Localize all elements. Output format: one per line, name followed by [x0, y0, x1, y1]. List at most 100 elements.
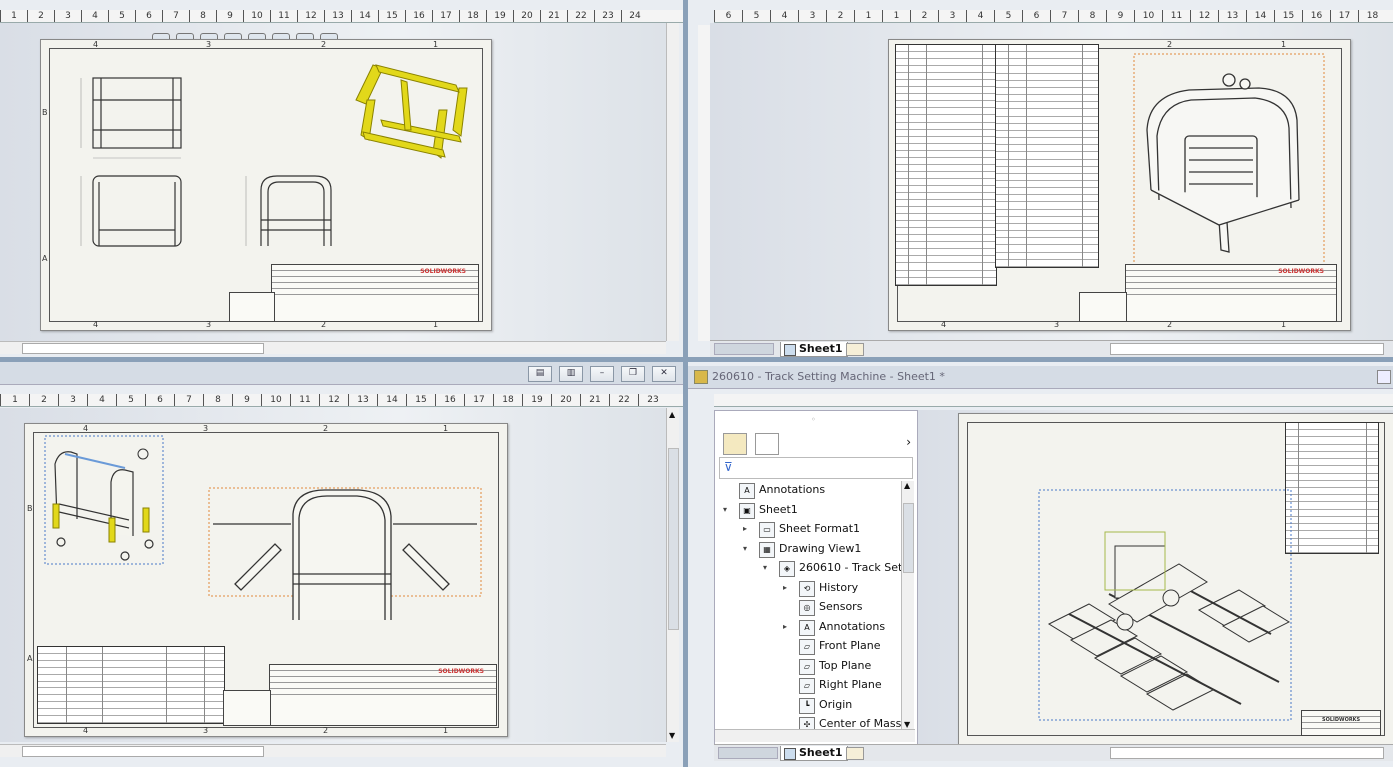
sheet-icon [784, 344, 796, 356]
ruler-tick-label: 14 [377, 394, 406, 406]
horizontal-scrollbar[interactable] [0, 744, 666, 757]
bottom-left-drawing-pane[interactable]: ▤ ▥ – ❐ ✕ 1 2 3 4 5 6 7 8 9 10 11 12 13 14 15 16 17 18 19 20 21 2… [0, 362, 683, 767]
ruler-tick-label: 4 [966, 10, 994, 22]
ruler-tick-label: 12 [319, 394, 348, 406]
restore-icon[interactable]: ❐ [621, 366, 645, 382]
top-left-drawing-pane[interactable]: 1 2 3 4 5 6 7 8 9 10 11 12 13 14 15 16 17 18 19 20 21 22 23 24 … [0, 0, 683, 357]
close-icon[interactable]: ✕ [652, 366, 676, 382]
ruler-tick-label: 1 [854, 10, 882, 22]
ruler-tick-label: 5 [108, 10, 135, 22]
filter-box[interactable]: ⊽ [719, 457, 913, 479]
ruler-tick-label: 20 [513, 10, 540, 22]
chevron-down-icon[interactable]: ▾ [743, 540, 747, 558]
drawing-sheet[interactable]: SOLIDWORKS [958, 413, 1393, 745]
chevron-down-icon[interactable]: ▾ [763, 559, 767, 577]
drawing-canvas[interactable]: 2 1 4 3 2 1 SOLIDWORKS [710, 23, 1393, 341]
add-sheet-icon[interactable] [846, 747, 864, 760]
ruler-tick-label: 13 [1218, 10, 1246, 22]
tile-vertical-icon[interactable]: ▥ [559, 366, 583, 382]
ruler-tick-label: 15 [378, 10, 405, 22]
horizontal-splitter[interactable] [0, 357, 1393, 362]
ruler-tick-label: 5 [742, 10, 770, 22]
track-machine-isometric-view[interactable] [959, 414, 1393, 744]
history-icon: ⟲ [799, 580, 815, 597]
ruler-tick-label: 8 [1078, 10, 1106, 22]
sheet-tab-bar: Sheet1 [710, 340, 1393, 357]
title-block: SOLIDWORKS [1125, 264, 1337, 322]
vertical-splitter[interactable] [683, 0, 688, 767]
drawing-sheet[interactable]: 4 3 2 1 B A 4 3 2 1 SOLIDWORKS [24, 423, 508, 737]
ruler-tick-label: 17 [1330, 10, 1358, 22]
chevron-right-icon[interactable]: ▸ [783, 618, 787, 636]
ruler-tick-label: 2 [29, 394, 58, 406]
ruler-tick-label: 4 [87, 394, 116, 406]
ruler-tick-label: 8 [189, 10, 216, 22]
ruler-tick-label: 13 [348, 394, 377, 406]
ruler-tick-label: 6 [714, 10, 742, 22]
drawing-document-icon [694, 370, 708, 384]
tile-horizontal-icon[interactable]: ▤ [528, 366, 552, 382]
ruler-tick-label: 17 [464, 394, 493, 406]
annotations-icon: A [739, 483, 755, 499]
ruler-tick-label: 3 [798, 10, 826, 22]
chevron-down-icon[interactable]: ▾ [723, 501, 727, 519]
drawing-sheet[interactable]: 4 3 2 1 B A 4 3 2 1 SOLIDWORKS [40, 39, 492, 331]
ruler-tick-label: 3 [54, 10, 81, 22]
ruler-tick-label: 7 [1050, 10, 1078, 22]
sheet-tab-sheet1[interactable]: Sheet1 [780, 746, 848, 761]
feature-manager-tab[interactable] [723, 433, 747, 455]
vertical-scrollbar[interactable]: ▲ ▼ [666, 408, 679, 742]
restore-icon[interactable] [1377, 370, 1391, 384]
scroll-down-icon[interactable]: ▼ [904, 720, 910, 729]
window-title: 260610 - Track Setting Machine - Sheet1 … [712, 370, 945, 383]
sheet-tab-bar: Sheet1 [714, 744, 1393, 761]
ruler-tick-label: 16 [1302, 10, 1330, 22]
panel-collapse-icon[interactable]: ◦ [811, 415, 816, 424]
ruler-tick-label: 4 [81, 10, 108, 22]
tree-vertical-scrollbar[interactable]: ▲ ▼ [901, 481, 914, 729]
tree-item-label: Annotations [819, 619, 886, 633]
horizontal-ruler: 6 5 4 3 2 1 1 2 3 4 5 6 7 8 9 10 11 12 13 14 15 16 17 18 [714, 10, 1393, 23]
property-manager-tab[interactable] [755, 433, 779, 455]
ruler-tick-label: 23 [594, 10, 621, 22]
solidworks-logo: SOLIDWORKS [420, 268, 466, 275]
feature-manager-tree[interactable]: ◦ › ⊽ A Annotations ▾ ▣ Sheet1 ▸ ▭ Sheet Format… [714, 410, 918, 746]
plane-icon: ▱ [799, 678, 815, 694]
bottom-right-drawing-pane[interactable]: 260610 - Track Setting Machine - Sheet1 … [688, 362, 1393, 767]
sheet-tab-sheet1[interactable]: Sheet1 [780, 342, 848, 357]
ruler-tick-label: 22 [567, 10, 594, 22]
minimize-icon[interactable]: – [590, 366, 614, 382]
add-sheet-icon[interactable] [846, 343, 864, 356]
title-block: SOLIDWORKS [271, 264, 479, 322]
bill-of-materials-table[interactable] [37, 646, 225, 724]
top-right-drawing-pane[interactable]: 6 5 4 3 2 1 1 2 3 4 5 6 7 8 9 10 11 12 13 14 15 16 17 18 2 1 4 … [688, 0, 1393, 357]
tree-item-label: Annotations [759, 483, 826, 496]
tree-item-label: Top Plane [819, 658, 872, 672]
scroll-up-icon[interactable]: ▲ [904, 481, 910, 490]
chevron-right-icon[interactable]: ▸ [783, 579, 787, 597]
chevron-right-icon[interactable]: ▸ [743, 520, 747, 538]
expand-panel-icon[interactable]: › [906, 435, 911, 449]
scroll-up-icon[interactable]: ▲ [669, 410, 675, 419]
tree-item-label: Sheet1 [759, 502, 798, 516]
ruler-tick-label: 21 [580, 394, 609, 406]
scroll-down-icon[interactable]: ▼ [669, 731, 675, 740]
ruler-tick-label: 20 [551, 394, 580, 406]
drawing-canvas[interactable]: 4 3 2 1 B A 4 3 2 1 SOLIDWORKS [0, 408, 666, 742]
vertical-scrollbar[interactable] [666, 23, 679, 341]
sensors-icon: ◎ [799, 600, 815, 616]
horizontal-ruler: 1 2 3 4 5 6 7 8 9 10 11 12 13 14 15 16 17 18 19 20 21 22 23 24 [0, 10, 683, 23]
ruler-tick-label: 3 [58, 394, 87, 406]
sheet-icon [784, 748, 796, 760]
ruler-tick-label: 6 [145, 394, 174, 406]
sheet-format-icon: ▭ [759, 522, 775, 538]
horizontal-scrollbar[interactable] [0, 341, 666, 354]
annotations-icon: A [799, 619, 815, 636]
drawing-sheet[interactable]: 2 1 4 3 2 1 SOLIDWORKS [888, 39, 1351, 331]
drawing-canvas[interactable]: SOLIDWORKS [918, 410, 1393, 745]
drawing-canvas[interactable]: 4 3 2 1 B A 4 3 2 1 SOLIDWORKS [0, 23, 666, 341]
tree-horizontal-scrollbar[interactable] [715, 729, 915, 742]
window-title-bar[interactable]: 260610 - Track Setting Machine - Sheet1 … [688, 366, 1393, 389]
tree-item-label: Origin [819, 697, 853, 711]
ruler-tick-label: 14 [1246, 10, 1274, 22]
